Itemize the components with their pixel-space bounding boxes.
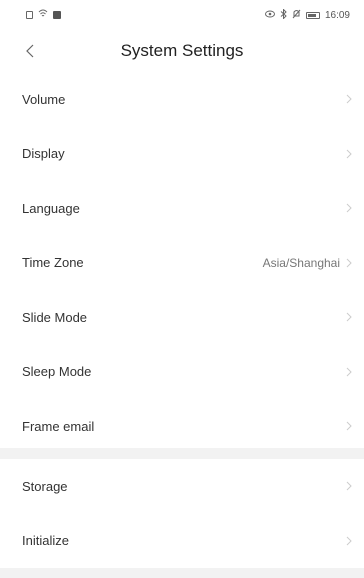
settings-item-label: Storage	[22, 478, 68, 494]
image-icon	[53, 11, 61, 19]
settings-item-label: Language	[22, 200, 80, 216]
mute-icon	[292, 9, 301, 22]
page-title: System Settings	[120, 41, 244, 60]
chevron-right-icon	[344, 535, 354, 547]
settings-item-frame-email[interactable]: Frame email	[0, 399, 364, 454]
settings-item-label: Sleep Mode	[22, 364, 92, 380]
settings-list-secondary: Storage Initialize	[0, 459, 364, 568]
chevron-right-icon	[344, 366, 354, 378]
chevron-right-icon	[344, 148, 354, 160]
settings-item-volume[interactable]: Volume	[0, 72, 364, 127]
battery-icon	[305, 11, 320, 19]
settings-item-label: Initialize	[22, 533, 69, 549]
settings-item-label: Time Zone	[22, 255, 84, 271]
wifi-icon	[38, 9, 48, 21]
settings-item-label: Volume	[22, 91, 66, 107]
status-bar: 16:09	[0, 0, 364, 30]
chevron-right-icon	[344, 311, 354, 323]
settings-item-slide-mode[interactable]: Slide Mode	[0, 290, 364, 345]
section-divider	[0, 448, 364, 459]
chevron-right-icon	[344, 257, 354, 269]
eye-icon	[264, 10, 275, 21]
settings-item-initialize[interactable]: Initialize	[0, 514, 364, 569]
header: System Settings	[0, 30, 364, 72]
settings-item-time-zone[interactable]: Time Zone Asia/Shanghai	[0, 236, 364, 291]
settings-item-label: Slide Mode	[22, 309, 88, 325]
bottom-divider	[0, 568, 364, 578]
settings-item-storage[interactable]: Storage	[0, 459, 364, 514]
notification-icon	[26, 11, 33, 19]
status-time: 16:09	[324, 9, 350, 21]
chevron-right-icon	[344, 480, 354, 492]
settings-item-label: Frame email	[22, 418, 95, 434]
chevron-right-icon	[344, 420, 354, 432]
status-left	[26, 9, 61, 21]
chevron-left-icon	[26, 44, 34, 58]
time-zone-value: Asia/Shanghai	[262, 255, 340, 270]
settings-item-label: Display	[22, 146, 65, 162]
back-button[interactable]	[18, 38, 42, 64]
chevron-right-icon	[344, 93, 354, 105]
chevron-right-icon	[344, 202, 354, 214]
settings-item-sleep-mode[interactable]: Sleep Mode	[0, 345, 364, 400]
settings-item-display[interactable]: Display	[0, 127, 364, 182]
bluetooth-icon	[280, 7, 287, 22]
settings-list: Volume Display Language Time Zone Asia/S…	[0, 72, 364, 454]
status-right: 16:09	[264, 7, 350, 22]
settings-item-language[interactable]: Language	[0, 181, 364, 236]
